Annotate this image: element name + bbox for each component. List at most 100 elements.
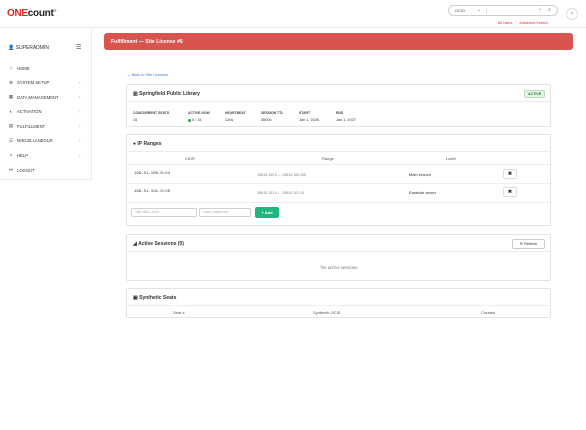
- delete-range-button[interactable]: ✖: [503, 169, 517, 179]
- sessions-header: ◢ Active Sessions (0) ⟳ Refresh: [127, 235, 550, 252]
- column-header-ocid: Synthetic OCID: [313, 310, 341, 315]
- current-user[interactable]: 👤 SUPERADMIN: [8, 45, 49, 51]
- logo-one-text: ONE: [7, 8, 28, 19]
- license-field-value: 3600s: [261, 118, 272, 122]
- license-field: START Jan 1, 2026: [299, 111, 319, 122]
- empty-sessions-message: No active sessions.: [320, 266, 359, 271]
- signal-icon: ◢: [133, 240, 137, 247]
- license-title: ▥ Springfield Public Library: [133, 91, 200, 97]
- license-field: CONCURRENT SEATS 15: [133, 111, 169, 122]
- home-icon: ⌂: [9, 65, 13, 70]
- database-icon: ▦: [8, 94, 14, 100]
- column-header-cidr: CIDR: [185, 156, 195, 161]
- sidebar-item-label: LOGOUT: [17, 167, 35, 173]
- link-divider: |: [515, 21, 517, 25]
- search-divider: [486, 8, 487, 14]
- sessions-title: ◢ Active Sessions (0): [133, 241, 184, 247]
- globe-icon: ●: [133, 140, 137, 147]
- ip-ranges-title: ● IP Ranges: [133, 141, 162, 147]
- sidebar-item-label: DATA MANAGEMENT: [17, 94, 59, 100]
- search-icon[interactable]: ⌕: [548, 6, 551, 15]
- toggle-icon: ◐: [9, 108, 13, 114]
- sidebar-item-miscellaneous[interactable]: ☰ MISCELLANEOUS ›: [0, 134, 92, 149]
- license-name: Springfield Public Library: [139, 90, 200, 97]
- building-icon: ▥: [133, 90, 138, 97]
- page-title: Fulfillment — Site License #6: [111, 38, 183, 45]
- sidebar-item-data-management[interactable]: ▦ DATA MANAGEMENT ›: [0, 90, 92, 105]
- license-card: ▥ Springfield Public Library ACTIVE CONC…: [126, 84, 551, 127]
- all-users-link[interactable]: All Users: [498, 21, 512, 25]
- license-field-key: CONCURRENT SEATS: [133, 111, 170, 115]
- collapse-panel-button[interactable]: ‹: [566, 8, 578, 20]
- sidebar-item-label: HOME: [17, 65, 30, 71]
- sidebar-item-label: MISCELLANEOUS: [17, 138, 53, 144]
- status-dot-icon: [188, 118, 191, 122]
- active-count: 0 / 15: [192, 118, 202, 122]
- license-field-key: SESSION TTL: [261, 111, 284, 115]
- sidebar-item-home[interactable]: ⌂ HOME: [0, 61, 92, 76]
- license-field-value: Jan 1, 2026: [299, 118, 319, 122]
- column-header-label: Label: [446, 156, 456, 161]
- app-logo[interactable]: ONEcount®: [7, 8, 56, 19]
- chevron-down-icon[interactable]: ⌄: [477, 6, 481, 15]
- refresh-button[interactable]: ⟳ Refresh: [512, 239, 545, 249]
- logo-count-text: count: [27, 8, 54, 19]
- license-field: HEARTBEAT 120s: [225, 111, 246, 122]
- sidebar-item-help[interactable]: ? HELP ›: [0, 149, 92, 164]
- sidebar-item-label: HELP: [17, 153, 28, 159]
- seats-header: ▣ Synthetic Seats: [127, 289, 550, 306]
- ip-ranges-header: ● IP Ranges: [127, 135, 550, 152]
- top-bar: ONEcount® OCID ⌄ ✓ ⌕ All Users | Advanced …: [0, 0, 586, 28]
- chevron-right-icon: ›: [79, 108, 81, 114]
- seats-title: ▣ Synthetic Seats: [133, 295, 176, 301]
- sidebar-item-label: FULFILLMENT: [17, 123, 46, 129]
- column-header-range: Range: [322, 156, 334, 161]
- license-field-value: 0 / 15: [188, 118, 210, 122]
- license-field: END Jan 1, 2027: [336, 111, 356, 122]
- sidebar-item-label: ACTIVATION: [17, 109, 42, 115]
- delete-range-button[interactable]: ✖: [503, 187, 517, 197]
- page-banner: Fulfillment — Site License #6: [104, 33, 573, 50]
- chevron-right-icon: ›: [79, 123, 81, 129]
- sidebar-item-system-setup[interactable]: ⚙ SYSTEM SETUP ›: [0, 76, 92, 91]
- sessions-title-text: Active Sessions (0): [138, 240, 184, 247]
- sidebar-item-label: SYSTEM SETUP: [17, 80, 50, 86]
- logout-icon: ↦: [9, 167, 13, 173]
- gear-icon: ⚙: [8, 79, 14, 85]
- cidr-cell: 198.51.101.0/28: [134, 190, 171, 194]
- label-cell: Eastside annex: [409, 190, 437, 195]
- seat-icon: ▣: [133, 294, 138, 301]
- advanced-search-link[interactable]: Advanced Search: [519, 21, 547, 25]
- back-link[interactable]: ← Back to Site Licenses: [127, 73, 168, 77]
- menu-toggle-icon[interactable]: ☰: [76, 44, 81, 51]
- license-field-value: Jan 1, 2027: [336, 118, 356, 122]
- sidebar-item-fulfillment[interactable]: ▤ FULFILLMENT ›: [0, 119, 92, 134]
- range-cell: 198.51.100.0 — 198.51.100.255: [257, 173, 306, 177]
- license-field-value: 120s: [225, 118, 234, 122]
- cidr-cell: 198.51.100.0/24: [134, 172, 171, 176]
- status-badge: ACTIVE: [524, 89, 546, 98]
- add-range-button[interactable]: + Add: [255, 207, 279, 218]
- cidr-input[interactable]: 198.168.1.0/24: [131, 208, 197, 217]
- search-type-select[interactable]: OCID: [455, 7, 465, 15]
- question-icon: ?: [9, 152, 13, 158]
- user-icon: 👤: [8, 45, 15, 51]
- ip-ranges-title-text: IP Ranges: [137, 140, 162, 147]
- label-input[interactable]: Label (optional): [199, 208, 251, 217]
- user-name: SUPERADMIN: [15, 45, 49, 51]
- license-field-key: START: [299, 111, 311, 115]
- license-field-key: HEARTBEAT: [225, 111, 246, 115]
- logo-trademark: ®: [53, 8, 57, 13]
- clear-icon[interactable]: ✓: [538, 6, 542, 15]
- sidebar-nav: ⌂ HOME ⚙ SYSTEM SETUP › ▦ DATA MANAGEMENT › ◐ ACT…: [0, 61, 92, 178]
- chevron-right-icon: ›: [79, 79, 81, 85]
- sidebar-item-activation[interactable]: ◐ ACTIVATION ›: [0, 105, 92, 120]
- label-cell: Main branch: [409, 172, 432, 177]
- sidebar: 👤 SUPERADMIN ☰ ⌂ HOME ⚙ SYSTEM SETUP › ▦ DATA …: [0, 28, 92, 180]
- chevron-right-icon: ›: [79, 94, 81, 100]
- active-sessions-card: ◢ Active Sessions (0) ⟳ Refresh No activ…: [126, 234, 551, 281]
- sidebar-item-logout[interactable]: ↦ LOGOUT: [0, 163, 92, 178]
- license-field-value: 15: [133, 118, 138, 122]
- license-field: SESSION TTL 3600s: [261, 111, 283, 122]
- ip-ranges-card: ● IP Ranges CIDR Range Label 198.51.100.…: [126, 134, 552, 226]
